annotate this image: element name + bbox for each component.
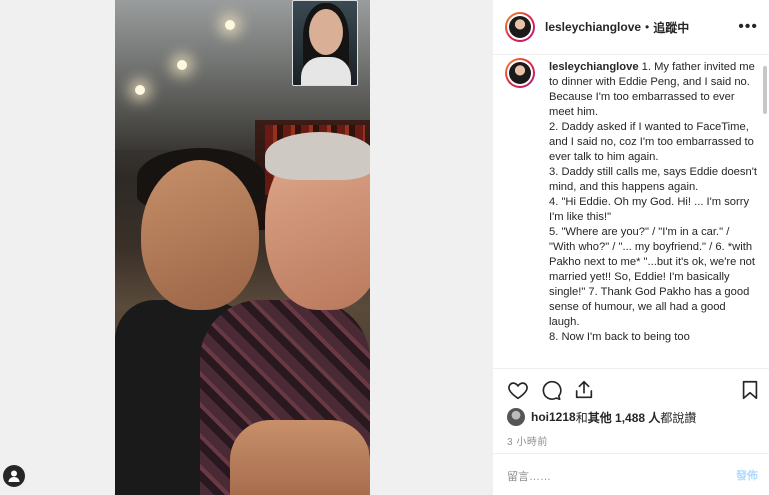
action-bar	[493, 368, 769, 408]
facetime-inset	[292, 0, 358, 86]
bookmark-icon[interactable]	[739, 379, 761, 401]
profile-icon[interactable]	[3, 465, 25, 487]
header-separator: •	[645, 20, 650, 34]
caption-body: 1. My father invited me to dinner with E…	[549, 61, 757, 343]
inset-shirt	[301, 57, 351, 85]
post-comment-button[interactable]: 發佈	[736, 467, 758, 483]
caption: lesleychianglove 1. My father invited me…	[549, 60, 757, 345]
follow-status-button[interactable]: 追蹤中	[653, 19, 689, 36]
author-avatar[interactable]	[505, 12, 535, 42]
inset-face	[309, 9, 343, 55]
more-options-icon[interactable]: •••	[738, 18, 758, 36]
liker-username[interactable]: hoi1218	[531, 410, 576, 424]
arm	[230, 420, 370, 495]
caption-scrollbar[interactable]	[763, 66, 767, 114]
post-timestamp[interactable]: 3 小時前	[507, 433, 548, 448]
ceiling-light	[177, 60, 187, 70]
author-username[interactable]: lesleychianglove	[545, 20, 641, 34]
post-header: lesleychianglove • 追蹤中 •••	[493, 0, 769, 55]
comment-box: 留言…… 發佈	[493, 453, 769, 495]
ceiling-light	[225, 20, 235, 30]
young-man-face	[141, 160, 259, 310]
post-details-panel: lesleychianglove • 追蹤中 ••• lesleychiangl…	[492, 0, 769, 495]
caption-username[interactable]: lesleychianglove	[549, 61, 639, 73]
liker-avatar[interactable]	[507, 408, 525, 426]
heart-icon[interactable]	[507, 379, 529, 401]
caption-author-avatar[interactable]	[505, 58, 535, 88]
comment-input[interactable]: 留言……	[507, 468, 551, 484]
likes-summary: hoi1218 和 其他 1,488 人 都說讚	[507, 408, 696, 426]
ceiling-light	[135, 85, 145, 95]
older-man-hair	[265, 132, 370, 180]
share-icon[interactable]	[573, 379, 595, 401]
caption-area: lesleychianglove 1. My father invited me…	[493, 56, 769, 368]
likes-suffix: 都說讚	[660, 410, 697, 425]
likes-others-link[interactable]: 其他 1,488 人	[588, 409, 661, 426]
comment-icon[interactable]	[540, 379, 562, 401]
person-icon	[8, 470, 20, 482]
instagram-post-page: lesleychianglove • 追蹤中 ••• lesleychiangl…	[0, 0, 769, 495]
likes-connector: 和	[575, 410, 588, 425]
